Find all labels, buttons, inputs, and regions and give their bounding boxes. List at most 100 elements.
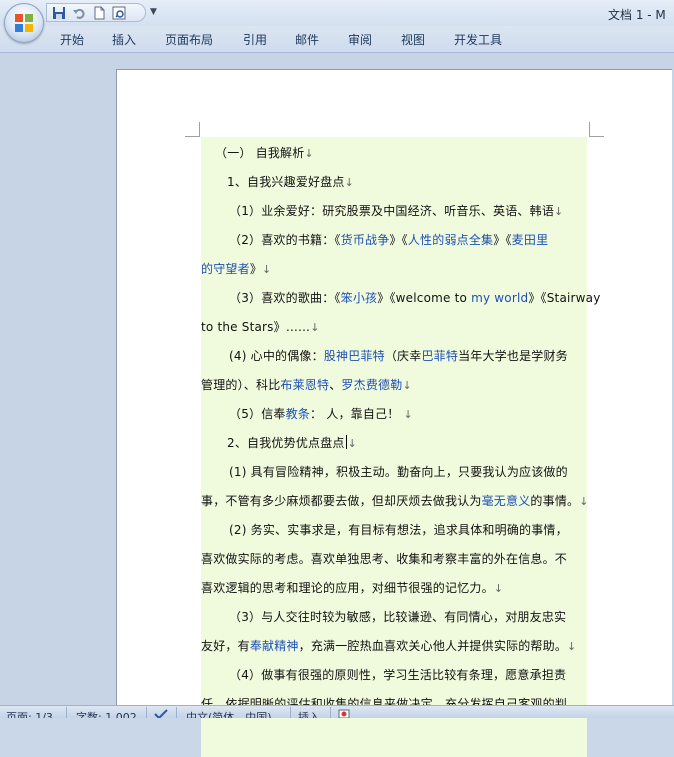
text-run: 管理的）、科比 (201, 378, 281, 392)
text-run: （庆幸 (384, 349, 422, 363)
text-cursor (345, 435, 347, 449)
status-separator (176, 707, 177, 718)
paragraph-songs-line1: （3）喜欢的歌曲：《笨小孩》《welcome to my world》《Stai… (229, 289, 601, 306)
paragraph-strength2-line2: 喜欢做实际的考虑。喜欢单独思考、收集和考察丰富的外在信息。不 (201, 550, 567, 567)
tab-insert[interactable]: 插入 (112, 31, 136, 48)
selected-text-block[interactable]: （一） 自我解析↓ 1、自我兴趣爱好盘点↓ （1）业余爱好：研究股票及中国经济、… (201, 137, 600, 757)
hyperlink[interactable]: 人性的弱点全集 (408, 233, 493, 247)
text-run: (4) 心中的偶像： (229, 349, 324, 363)
paragraph-strength3-line1: （3）与人交往时较为敏感，比较谦逊、有同情心，对朋友忠实 (229, 608, 566, 625)
customize-toolbar-dropdown-icon[interactable]: ▼ (150, 7, 157, 17)
paragraph-strength1-line2: 事，不管有多少麻烦都要去做，但却厌烦去做我认为毫无意义的事情。↓ (201, 492, 589, 509)
text-run: 2、自我优势优点盘点 (227, 436, 345, 450)
text-run: （2）喜欢的书籍：《 (229, 233, 341, 247)
title-bar: ▼ 文档 1 - M (0, 0, 674, 26)
subheading-strengths: 2、自我优势优点盘点 ↓ (227, 434, 357, 451)
paragraph-strength4-line1: （4）做事有很强的原则性，学习生活比较有条理，愿意承担责 (229, 666, 566, 683)
tab-review[interactable]: 审阅 (348, 31, 372, 48)
tab-home[interactable]: 开始 (60, 31, 84, 48)
ribbon-tabs: 开始 插入 页面布局 引用 邮件 审阅 视图 开发工具 (0, 26, 674, 53)
text-run: 事，不管有多少麻烦都要去做，但却厌烦去做我认为 (201, 494, 482, 508)
text-run: 的事情。 (530, 494, 580, 508)
margin-corner-top-right (589, 122, 604, 137)
paragraph-hobbies: （1）业余爱好：研究股票及中国经济、听音乐、英语、韩语↓ (229, 202, 563, 219)
text-run: 》《 (389, 233, 408, 247)
office-logo-icon (15, 14, 33, 32)
paragraph-strength1-line1: (1) 具有冒险精神，积极主动。勤奋向上，只要我认为应该做的 (229, 463, 568, 480)
paragraph-songs-line2: to the Stars》……↓ (201, 318, 320, 335)
text-run: 》《 (493, 233, 512, 247)
hyperlink[interactable]: 罗杰费德勒 (341, 378, 402, 392)
paragraph-motto: （5）信奉教条： 人，靠自己！ ↓ (229, 405, 413, 422)
print-preview-icon[interactable] (111, 5, 127, 21)
save-icon[interactable] (51, 5, 67, 21)
text-run: ，充满一腔热血喜欢关心他人并提供实际的帮助。 (298, 639, 568, 653)
hyperlink[interactable]: 笨小孩 (341, 291, 378, 305)
hyperlink[interactable]: 货币战争 (341, 233, 390, 247)
paragraph-mark: ↓ (262, 263, 272, 276)
paragraph-mark: ↓ (344, 176, 355, 189)
paragraph-strength2-line3: 喜欢逻辑的思考和理论的应用，对细节很强的记忆力。↓ (201, 579, 503, 596)
paragraph-mark: ↓ (304, 147, 314, 160)
text-run: （3）喜欢的歌曲：《 (229, 291, 341, 305)
text-run: 友好，有 (201, 639, 250, 653)
hyperlink[interactable]: 教条 (286, 407, 310, 421)
text-run: (2) 务实、实事求是，有目标有想法，追求具体和明确的事情， (229, 523, 568, 537)
tab-mailings[interactable]: 邮件 (295, 31, 319, 48)
text-run: （1）业余爱好：研究股票及中国经济、听音乐、英语、韩语 (229, 204, 555, 218)
text-run: 》 (249, 262, 263, 276)
tab-page-layout[interactable]: 页面布局 (165, 31, 213, 48)
paragraph-mark: ↓ (554, 205, 564, 218)
text-run: 》《welcome to (377, 291, 472, 305)
text-run: （一） 自我解析 (215, 146, 305, 160)
office-button[interactable] (4, 3, 44, 43)
tab-view[interactable]: 视图 (401, 31, 425, 48)
status-separator (290, 707, 291, 718)
hyperlink[interactable]: 毫无意义 (482, 494, 531, 508)
paragraph-mark: ↓ (402, 379, 412, 392)
window-title: 文档 1 - M (608, 8, 666, 22)
paragraph-books-line1: （2）喜欢的书籍：《货币战争》《人性的弱点全集》《麦田里 (229, 231, 548, 248)
paragraph-mark: ↓ (579, 495, 589, 508)
text-run: 、 (329, 378, 342, 392)
text-run: 》《Stairway (528, 291, 601, 305)
text-run: （3）与人交往时较为敏感，比较谦逊、有同情心，对朋友忠实 (229, 610, 567, 624)
paragraph-mark: ↓ (567, 640, 577, 653)
document-page[interactable]: （一） 自我解析↓ 1、自我兴趣爱好盘点↓ （1）业余爱好：研究股票及中国经济、… (116, 69, 672, 757)
text-run: （5）信奉 (229, 407, 286, 421)
paragraph-mark: ↓ (493, 582, 504, 595)
paragraph-mark: ↓ (403, 408, 413, 421)
undo-icon[interactable] (71, 5, 87, 21)
text-run: (1) 具有冒险精神，积极主动。勤奋向上，只要我认为应该做的 (229, 465, 568, 479)
hyperlink[interactable]: 麦田里 (512, 233, 549, 247)
hyperlink[interactable]: my world (471, 291, 528, 305)
document-workspace[interactable]: （一） 自我解析↓ 1、自我兴趣爱好盘点↓ （1）业余爱好：研究股票及中国经济、… (0, 53, 674, 757)
tab-references[interactable]: 引用 (243, 31, 267, 48)
paragraph-mark: ↓ (310, 321, 320, 334)
margin-corner-top-left (185, 122, 200, 137)
status-separator (66, 707, 67, 718)
paragraph-idols-line2: 管理的）、科比布莱恩特、罗杰费德勒↓ (201, 376, 412, 393)
hyperlink[interactable]: 巴菲特 (421, 349, 458, 363)
status-separator (146, 707, 147, 718)
paragraph-mark: ↓ (347, 437, 358, 450)
paragraph-strength2-line1: (2) 务实、实事求是，有目标有想法，追求具体和明确的事情， (229, 521, 568, 538)
hyperlink[interactable]: 股神巴菲特 (324, 349, 385, 363)
status-separator (330, 707, 331, 718)
paragraph-books-line2: 的守望者》↓ (201, 260, 271, 277)
heading-self-analysis: （一） 自我解析↓ (215, 144, 314, 161)
new-document-icon[interactable] (91, 5, 107, 21)
hyperlink[interactable]: 布莱恩特 (280, 378, 329, 392)
quick-access-toolbar (46, 3, 146, 22)
text-run: 喜欢做实际的考虑。喜欢单独思考、收集和考察丰富的外在信息。不 (201, 552, 568, 566)
text-run: 1、自我兴趣爱好盘点 (227, 175, 345, 189)
text-run: ： 人，靠自己！ (310, 407, 400, 421)
hyperlink[interactable]: 的守望者 (201, 262, 250, 276)
paragraph-idols-line1: (4) 心中的偶像：股神巴菲特（庆幸巴菲特当年大学也是学财务 (229, 347, 568, 364)
status-bar: 页面: 1/3 字数: 1,002 中文(简体，中国) 插入 (0, 705, 674, 718)
text-run: 当年大学也是学财务 (458, 349, 568, 363)
tab-developer[interactable]: 开发工具 (454, 31, 502, 48)
text-run: （4）做事有很强的原则性，学习生活比较有条理，愿意承担责 (229, 668, 567, 682)
subheading-interests: 1、自我兴趣爱好盘点↓ (227, 173, 354, 190)
hyperlink[interactable]: 奉献精神 (250, 639, 299, 653)
